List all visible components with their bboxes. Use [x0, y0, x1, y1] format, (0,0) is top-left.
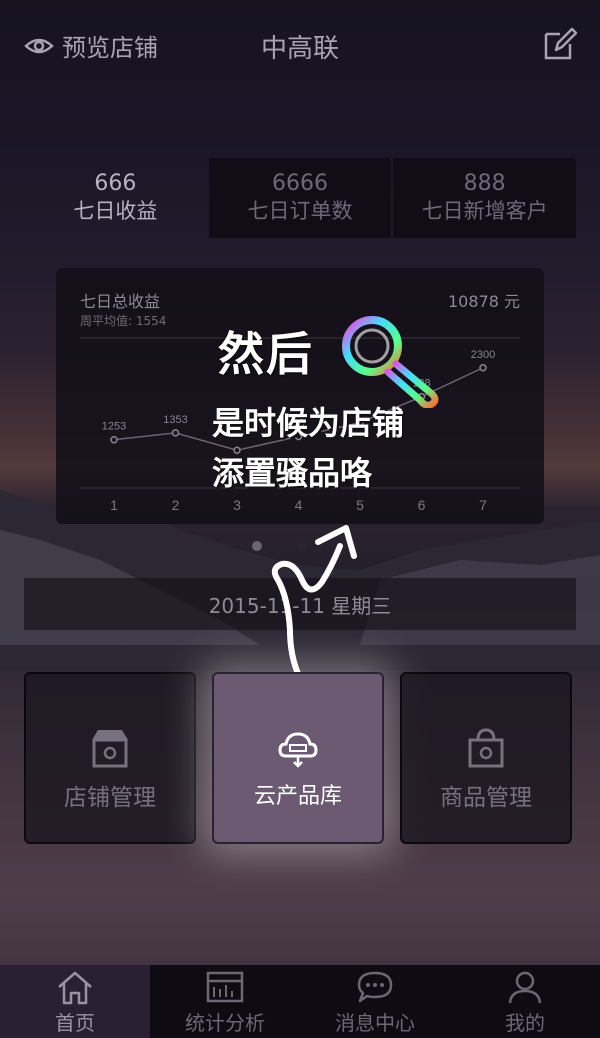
- nav-home[interactable]: 首页: [0, 965, 150, 1038]
- nav-profile[interactable]: 我的: [450, 965, 600, 1038]
- cloud-product-library-tile[interactable]: 云产品库: [212, 672, 384, 844]
- store-management-tile[interactable]: 店铺管理: [24, 672, 196, 844]
- nav-label: 消息中心: [335, 1011, 415, 1035]
- nav-statistics[interactable]: 统计分析: [150, 965, 300, 1038]
- home-icon: [58, 971, 92, 1005]
- header: 预览店铺 中高联: [0, 0, 600, 90]
- chart-x-tick-label: 3: [233, 497, 241, 513]
- product-management-tile[interactable]: 商品管理: [400, 672, 572, 844]
- bottom-nav: 首页 统计分析 消息中心 我的: [0, 965, 600, 1038]
- chart-x-tick-label: 7: [479, 497, 487, 513]
- hint-line-2: 是时候为店铺: [212, 404, 405, 442]
- chart-x-tick-label: 2: [172, 497, 180, 513]
- chart-data-label: 1353: [163, 414, 187, 426]
- nav-label: 统计分析: [185, 1011, 265, 1035]
- chart-point: [479, 364, 487, 372]
- tab-label: 七日订单数: [247, 199, 353, 223]
- tab-label: 七日收益: [73, 199, 158, 223]
- chart-x-tick-label: 6: [418, 497, 426, 513]
- tile-label: 店铺管理: [64, 785, 156, 811]
- cloud-icon: [278, 732, 318, 768]
- tile-label: 云产品库: [253, 784, 342, 809]
- stat-tabs: 666 七日收益 6666 七日订单数 888 七日新增客户: [24, 158, 577, 238]
- user-icon: [508, 971, 542, 1004]
- bag-icon: [468, 728, 504, 768]
- tab-seven-day-orders[interactable]: 6666 七日订单数: [208, 158, 392, 238]
- page-title: 中高联: [260, 34, 339, 64]
- chat-icon: [357, 971, 393, 1003]
- chart-x-tick-label: 4: [295, 497, 303, 513]
- chart-point: [110, 435, 118, 444]
- edit-icon[interactable]: [542, 26, 578, 62]
- calendar-chart-icon: [206, 971, 244, 1003]
- tab-value: 666: [94, 171, 137, 196]
- chart-data-label: 1253: [102, 421, 126, 433]
- chart-x-tick-label: 1: [110, 497, 118, 513]
- tab-label: 七日新增客户: [421, 199, 548, 223]
- tab-seven-day-new-customers[interactable]: 888 七日新增客户: [393, 158, 577, 238]
- hint-line-1: 然后: [218, 327, 314, 381]
- tab-value: 6666: [272, 171, 328, 196]
- chart-data-label: 2300: [471, 349, 495, 361]
- chart-point: [171, 429, 180, 437]
- nav-label: 首页: [55, 1011, 95, 1035]
- shop-icon: [92, 730, 128, 768]
- pager-dot[interactable]: [252, 541, 262, 551]
- hint-line-3: 添置骚品咯: [212, 454, 373, 492]
- tab-seven-day-revenue[interactable]: 666 七日收益: [24, 158, 207, 238]
- nav-messages[interactable]: 消息中心: [300, 965, 450, 1038]
- nav-label: 我的: [505, 1011, 545, 1035]
- magnifier-icon: [342, 316, 439, 408]
- tab-value: 888: [463, 171, 506, 196]
- tile-label: 商品管理: [440, 785, 532, 811]
- arrow-icon: [271, 525, 357, 685]
- chart-x-tick-label: 5: [356, 497, 364, 513]
